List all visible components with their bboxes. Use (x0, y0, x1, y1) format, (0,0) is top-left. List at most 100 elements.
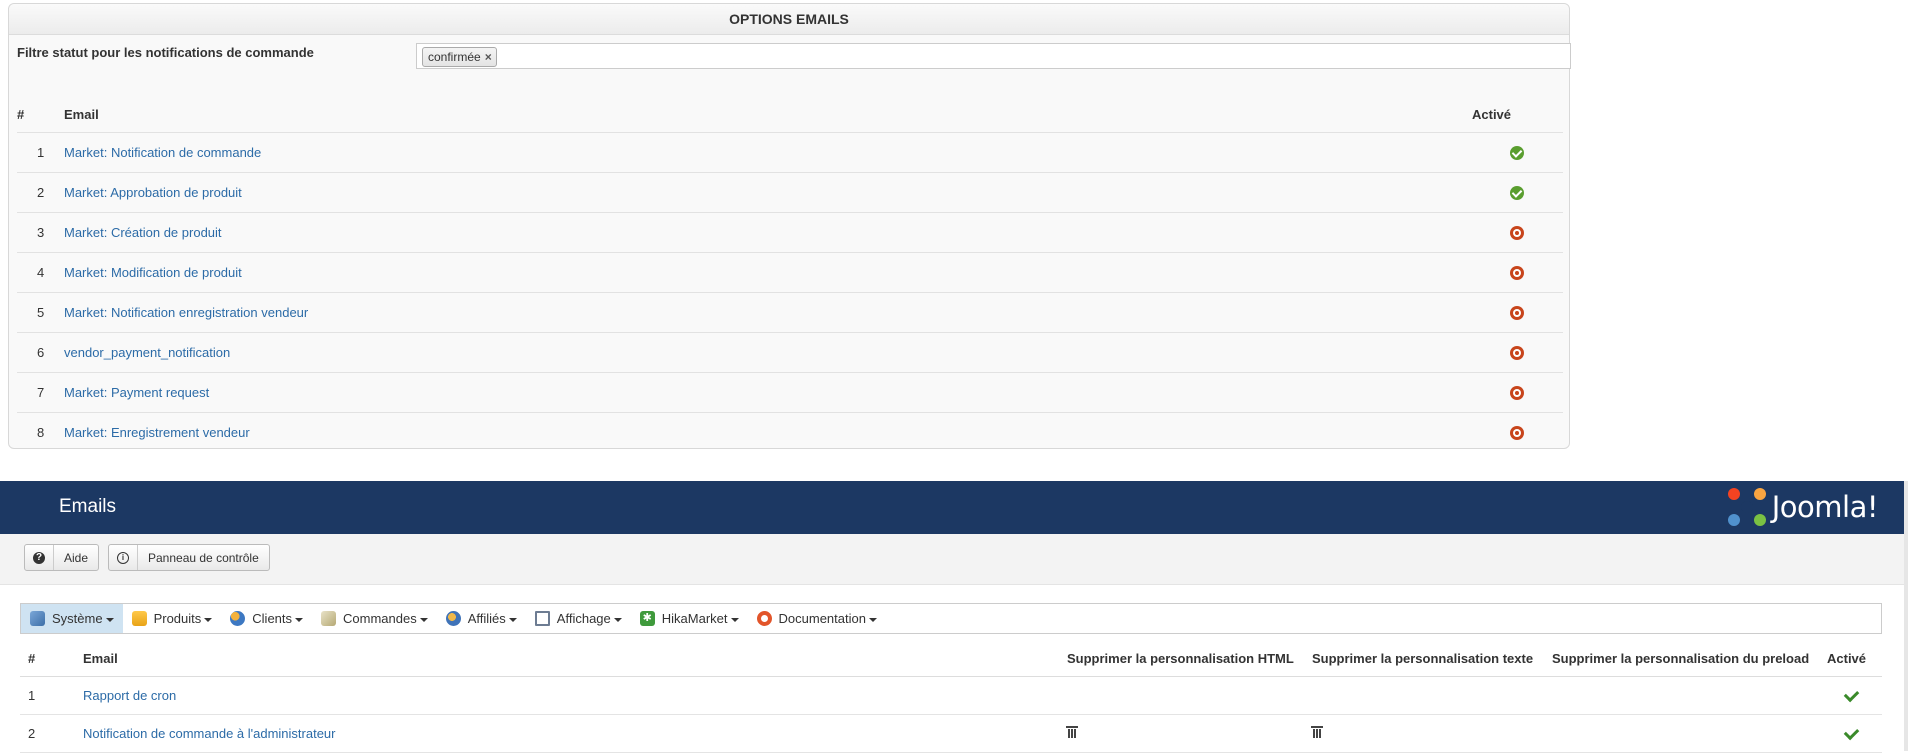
remove-chip-icon[interactable]: × (485, 50, 492, 64)
row-num: 1 (17, 132, 63, 173)
disabled-toggle-icon[interactable] (1510, 306, 1524, 321)
menu-item-label: Documentation (778, 611, 866, 626)
email-link[interactable]: Market: Modification de produit (64, 265, 242, 280)
disabled-toggle-icon[interactable] (1510, 426, 1524, 441)
table-row: 1 Rapport de cron (20, 676, 1882, 715)
email-link[interactable]: Notification de commande à l'administrat… (83, 726, 336, 741)
chevron-down-icon (105, 617, 114, 622)
disabled-toggle-icon[interactable] (1510, 226, 1524, 241)
tools-icon (30, 611, 45, 626)
col-header-num: # (17, 96, 63, 133)
email-link[interactable]: Rapport de cron (83, 688, 176, 703)
check-icon[interactable] (1843, 686, 1860, 702)
menu-item-label: Affiliés (467, 611, 506, 626)
table-row: 2 Notification de commande à l'administr… (20, 714, 1882, 753)
joomla-logo-text: Joomla! (1771, 490, 1879, 524)
col-header-delete-preload: Supprimer la personnalisation du preload (1551, 640, 1826, 677)
row-num: 8 (17, 412, 63, 452)
filter-label: Filtre statut pour les notifications de … (17, 45, 314, 60)
question-circle-icon: ? (33, 551, 45, 564)
disabled-toggle-icon[interactable] (1510, 266, 1524, 281)
filter-row: Filtre statut pour les notifications de … (17, 43, 1571, 73)
hikamarket-icon: ✱ (639, 611, 655, 626)
table-row: 4 Market: Modification de produit (17, 252, 1563, 293)
menu-item-hikamarket[interactable]: ✱ HikaMarket (631, 604, 748, 633)
table-row: 6 vendor_payment_notification (17, 332, 1563, 373)
enabled-toggle-icon[interactable] (1510, 146, 1524, 161)
delete-preload-cell (1551, 714, 1826, 753)
joomla-logo-icon (1727, 488, 1766, 526)
row-num: 2 (17, 172, 63, 213)
row-num: 1 (20, 676, 82, 715)
delete-html-cell (1066, 676, 1311, 715)
disabled-toggle-icon[interactable] (1510, 386, 1524, 401)
order-status-filter-input[interactable]: confirmée × (416, 43, 1571, 69)
table-row: 8 Market: Enregistrement vendeur (17, 412, 1563, 452)
col-header-email: Email (63, 96, 1471, 133)
email-link[interactable]: Market: Enregistrement vendeur (64, 425, 250, 440)
help-button[interactable]: ? Aide (24, 544, 100, 571)
menu-item-produits[interactable]: Produits (123, 604, 222, 633)
col-header-active: Activé (1826, 640, 1882, 677)
hikashop-menu: Système Produits Clients Commandes Affil… (20, 603, 1882, 634)
col-header-active: Activé (1471, 96, 1563, 133)
options-emails-panel: OPTIONS EMAILS Filtre statut pour les no… (8, 3, 1571, 452)
email-link[interactable]: Market: Création de produit (64, 225, 222, 240)
enabled-toggle-icon[interactable] (1510, 186, 1524, 201)
chevron-down-icon (868, 617, 877, 622)
emails-table: # Email Supprimer la personnalisation HT… (20, 640, 1882, 753)
page-title: Emails (59, 496, 117, 517)
display-icon (534, 611, 550, 626)
chevron-down-icon (730, 617, 739, 622)
lifebuoy-icon (756, 611, 772, 626)
disabled-toggle-icon[interactable] (1510, 346, 1524, 361)
email-link[interactable]: Market: Approbation de produit (64, 185, 242, 200)
market-emails-table: # Email Activé 1 Market: Notification de… (17, 96, 1563, 452)
menu-item-clients[interactable]: Clients (221, 604, 312, 633)
status-chip: confirmée × (422, 47, 497, 67)
menu-item-systeme[interactable]: Système (21, 604, 123, 633)
table-row: 1 Market: Notification de commande (17, 132, 1563, 173)
help-button-label: Aide (64, 550, 89, 565)
trash-icon[interactable] (1311, 726, 1323, 738)
menu-item-documentation[interactable]: Documentation (748, 604, 886, 633)
col-header-email: Email (82, 640, 1066, 677)
chevron-down-icon (613, 617, 622, 622)
email-link[interactable]: Market: Notification de commande (64, 145, 261, 160)
table-row: 5 Market: Notification enregistration ve… (17, 292, 1563, 333)
col-header-delete-text: Supprimer la personnalisation texte (1311, 640, 1551, 677)
col-header-delete-html: Supprimer la personnalisation HTML (1066, 640, 1311, 677)
products-icon (131, 611, 147, 626)
menu-item-label: Clients (252, 611, 293, 626)
menu-item-label: Système (52, 611, 103, 626)
menu-item-affichage[interactable]: Affichage (526, 604, 631, 633)
status-chip-label: confirmée (428, 50, 481, 64)
toolbar: ? Aide i Panneau de contrôle (0, 534, 1904, 585)
check-icon[interactable] (1843, 724, 1860, 740)
delete-preload-cell (1551, 676, 1826, 715)
row-num: 5 (17, 292, 63, 333)
table-row: 2 Market: Approbation de produit (17, 172, 1563, 213)
email-link[interactable]: Market: Notification enregistration vend… (64, 305, 308, 320)
email-link[interactable]: Market: Payment request (64, 385, 209, 400)
row-num: 3 (17, 212, 63, 253)
users-icon (230, 611, 246, 626)
control-panel-button[interactable]: i Panneau de contrôle (108, 544, 270, 571)
info-circle-icon: i (117, 551, 129, 564)
panel-title: OPTIONS EMAILS (9, 4, 1569, 35)
admin-header: Emails Joomla! (0, 481, 1904, 534)
menu-item-label: HikaMarket (661, 611, 728, 626)
email-link[interactable]: vendor_payment_notification (64, 345, 230, 360)
trash-icon[interactable] (1066, 726, 1078, 738)
table-row: 7 Market: Payment request (17, 372, 1563, 413)
chevron-down-icon (295, 617, 304, 622)
orders-icon (321, 611, 337, 626)
chevron-down-icon (419, 617, 428, 622)
delete-text-cell (1311, 676, 1551, 715)
menu-item-affilies[interactable]: Affiliés (437, 604, 526, 633)
menu-item-label: Affichage (556, 611, 611, 626)
affiliates-icon (445, 611, 461, 626)
col-header-num: # (20, 640, 82, 677)
menu-item-label: Produits (153, 611, 202, 626)
menu-item-commandes[interactable]: Commandes (312, 604, 437, 633)
